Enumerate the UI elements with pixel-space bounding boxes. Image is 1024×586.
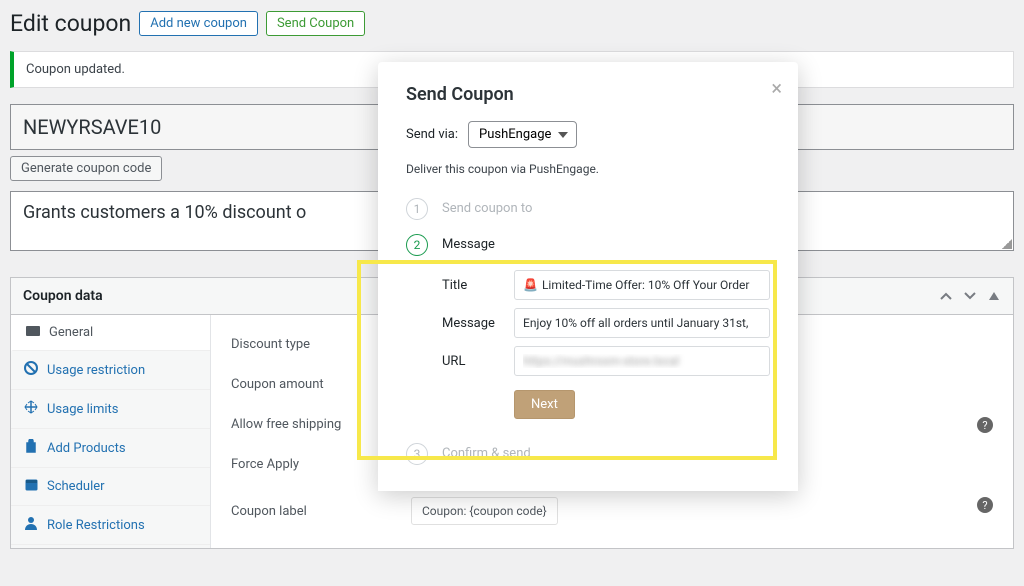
chevron-down-icon[interactable] xyxy=(963,289,977,303)
send-coupon-modal: × Send Coupon Send via: PushEngage Deliv… xyxy=(378,62,798,491)
step-3[interactable]: 3 Confirm & send xyxy=(406,443,770,465)
step-number-3: 3 xyxy=(406,443,428,465)
modal-title: Send Coupon xyxy=(406,84,770,105)
send-via-label: Send via: xyxy=(406,127,458,142)
close-icon[interactable]: × xyxy=(771,76,782,100)
title-input[interactable]: 🚨Limited-Time Offer: 10% Off Your Order xyxy=(514,270,770,300)
calendar-icon xyxy=(23,478,39,495)
arrows-icon xyxy=(23,400,39,418)
message-field-label: Message xyxy=(442,316,502,331)
deliver-hint: Deliver this coupon via PushEngage. xyxy=(406,162,770,176)
help-icon[interactable]: ? xyxy=(977,417,993,433)
generate-coupon-code-button[interactable]: Generate coupon code xyxy=(10,156,162,181)
tab-general[interactable]: General xyxy=(11,315,210,351)
step-2: 2 Message xyxy=(406,234,770,256)
alarm-icon: 🚨 xyxy=(523,278,538,292)
help-icon[interactable]: ? xyxy=(977,497,993,513)
coupon-code-placeholder: Coupon: {coupon code} xyxy=(411,497,558,525)
user-icon xyxy=(23,516,39,534)
next-button[interactable]: Next xyxy=(514,390,575,419)
chevron-up-icon[interactable] xyxy=(939,289,953,303)
title-field-label: Title xyxy=(442,278,502,293)
add-new-coupon-button[interactable]: Add new coupon xyxy=(139,11,258,36)
step-number-1: 1 xyxy=(406,198,428,220)
panel-title: Coupon data xyxy=(23,288,103,304)
step-label-3: Confirm & send xyxy=(442,443,531,461)
step-1[interactable]: 1 Send coupon to xyxy=(406,198,770,220)
tab-scheduler[interactable]: Scheduler xyxy=(11,468,210,506)
tab-usage-limits[interactable]: Usage limits xyxy=(11,390,210,429)
tab-add-products[interactable]: Add Products xyxy=(11,429,210,468)
url-input[interactable] xyxy=(514,346,770,376)
message-input[interactable] xyxy=(514,308,770,338)
notice-text: Coupon updated. xyxy=(26,62,125,77)
send-coupon-button[interactable]: Send Coupon xyxy=(266,11,365,36)
tab-role-restrictions[interactable]: Role Restrictions xyxy=(11,506,210,545)
bag-icon xyxy=(23,439,39,457)
step-label-1: Send coupon to xyxy=(442,198,532,216)
ticket-icon xyxy=(25,325,41,340)
url-field-label: URL xyxy=(442,354,502,369)
step-number-2: 2 xyxy=(406,234,428,256)
tab-usage-restriction[interactable]: Usage restriction xyxy=(11,351,210,390)
panel-toggle-icon[interactable] xyxy=(987,289,1001,303)
page-title: Edit coupon xyxy=(10,10,131,37)
send-via-select[interactable]: PushEngage xyxy=(468,121,577,148)
setting-coupon-label: Coupon label Coupon: {coupon code} ? xyxy=(231,485,993,538)
ban-icon xyxy=(23,361,39,379)
step-label-2: Message xyxy=(442,234,495,252)
